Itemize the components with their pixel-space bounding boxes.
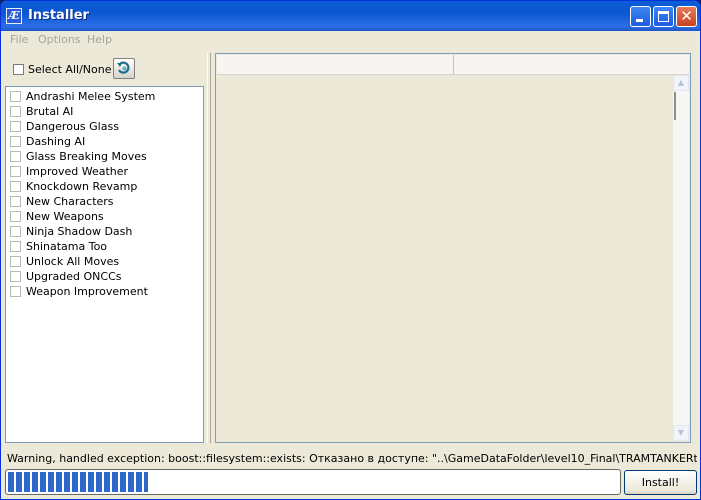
minimize-icon [636,19,643,22]
select-all-checkbox[interactable] [13,64,24,75]
menu-bar: File Options Help [1,31,700,50]
minimize-button[interactable] [630,6,651,27]
mod-list-item[interactable]: Dashing AI [10,134,200,149]
maximize-icon [658,11,669,22]
mod-checkbox[interactable] [10,166,21,177]
mod-checkbox[interactable] [10,256,21,267]
mod-checkbox[interactable] [10,121,21,132]
mod-checkbox[interactable] [10,286,21,297]
install-progress-bar [5,469,621,495]
mod-label: Shinatama Too [26,240,108,253]
column-header-1[interactable] [217,55,454,74]
mod-list-item[interactable]: Weapon Improvement [10,284,200,299]
close-icon: ✕ [680,7,693,25]
mod-label: New Weapons [26,210,104,223]
mod-label: Dashing AI [26,135,86,148]
mod-list-item[interactable]: Improved Weather [10,164,200,179]
mod-list-item[interactable]: Andrashi Melee System [10,89,200,104]
mod-label: Glass Breaking Moves [26,150,147,163]
mod-list[interactable]: Andrashi Melee System Brutal AI Dangerous … [5,86,204,443]
installer-window: Æ Installer ✕ File Options Help Select A… [0,0,701,500]
window-title: Installer [28,8,89,23]
mod-label: Dangerous Glass [26,120,119,133]
close-button[interactable]: ✕ [676,6,697,27]
mod-list-item[interactable]: Shinatama Too [10,239,200,254]
mod-list-item[interactable]: Unlock All Moves [10,254,200,269]
mod-checkbox[interactable] [10,226,21,237]
mod-list-item[interactable]: New Weapons [10,209,200,224]
mod-checkbox[interactable] [10,211,21,222]
menu-file[interactable]: File [10,33,28,46]
scroll-track [674,92,676,120]
mod-label: Ninja Shadow Dash [26,225,133,238]
mod-label: Weapon Improvement [26,285,148,298]
mod-label: Improved Weather [26,165,129,178]
refresh-icon [117,61,130,74]
mod-checkbox[interactable] [10,91,21,102]
mod-checkbox[interactable] [10,106,21,117]
scroll-down-icon[interactable]: ▼ [673,425,689,441]
mod-checkbox[interactable] [10,241,21,252]
menu-help[interactable]: Help [87,33,112,46]
select-all-label[interactable]: Select All/None [28,63,111,76]
mod-list-panel: Select All/None Andrashi Melee System Bru… [5,53,204,443]
column-header-2[interactable] [454,55,689,74]
vertical-scrollbar[interactable]: ▲ ▼ [673,75,689,441]
mod-label: Unlock All Moves [26,255,120,268]
mod-checkbox[interactable] [10,196,21,207]
refresh-button[interactable] [113,58,135,79]
mod-checkbox[interactable] [10,271,21,282]
mod-list-item[interactable]: New Characters [10,194,200,209]
installer-app-icon: Æ [6,8,22,24]
mod-label: Upgraded ONCCs [26,270,122,283]
details-header [217,55,689,75]
panel-splitter[interactable] [207,53,211,443]
mod-list-item[interactable]: Upgraded ONCCs [10,269,200,284]
maximize-button[interactable] [653,6,674,27]
scroll-up-icon[interactable]: ▲ [673,75,689,91]
mod-list-item[interactable]: Knockdown Revamp [10,179,200,194]
mod-checkbox[interactable] [10,136,21,147]
mod-list-item[interactable]: Dangerous Glass [10,119,200,134]
mod-label: Andrashi Melee System [26,90,156,103]
select-all-row: Select All/None [5,53,204,86]
mod-label: Knockdown Revamp [26,180,138,193]
mod-checkbox[interactable] [10,181,21,192]
mod-checkbox[interactable] [10,151,21,162]
mod-label: New Characters [26,195,114,208]
progress-fill [8,472,149,492]
mod-list-item[interactable]: Glass Breaking Moves [10,149,200,164]
mod-list-item[interactable]: Brutal AI [10,104,200,119]
status-message: Warning, handled exception: boost::files… [7,452,697,465]
details-panel: ▲ ▼ [215,53,691,443]
menu-options[interactable]: Options [38,33,80,46]
install-button[interactable]: Install! [624,470,697,495]
mod-list-item[interactable]: Ninja Shadow Dash [10,224,200,239]
details-content [217,75,673,441]
mod-label: Brutal AI [26,105,74,118]
title-bar[interactable]: Æ Installer ✕ [1,1,700,31]
